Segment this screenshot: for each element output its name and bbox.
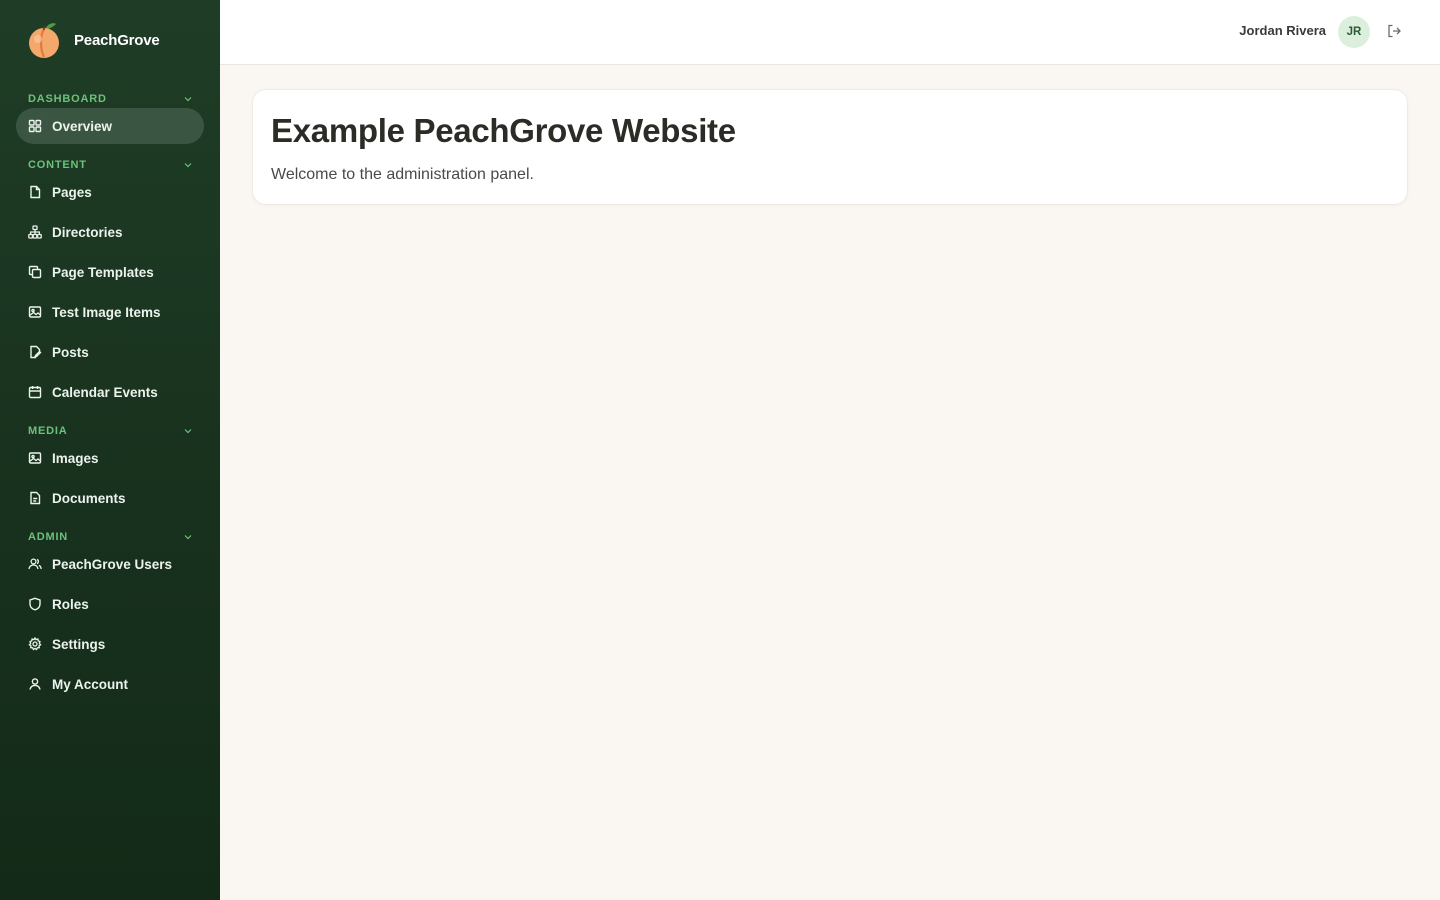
logout-icon[interactable] bbox=[1386, 23, 1402, 39]
calendar-icon bbox=[28, 386, 42, 399]
section-label: MEDIA bbox=[28, 425, 68, 437]
sidebar-item-pages[interactable]: Pages bbox=[16, 174, 204, 210]
user-name[interactable]: Jordan Rivera bbox=[1239, 23, 1326, 38]
sidebar-item-overview[interactable]: Overview bbox=[16, 108, 204, 144]
sidebar: PeachGrove DASHBOARD Overview CONTENT Pa… bbox=[0, 0, 220, 900]
image-icon bbox=[28, 306, 42, 318]
sidebar-item-roles[interactable]: Roles bbox=[16, 586, 204, 622]
page-title: Example PeachGrove Website bbox=[271, 112, 736, 149]
section-content[interactable]: CONTENT bbox=[28, 158, 192, 172]
sidebar-item-peachgrove-users[interactable]: PeachGrove Users bbox=[16, 546, 204, 582]
brand-name: PeachGrove bbox=[74, 31, 160, 49]
sidebar-item-label: Posts bbox=[52, 344, 89, 360]
sidebar-item-directories[interactable]: Directories bbox=[16, 214, 204, 250]
sidebar-item-settings[interactable]: Settings bbox=[16, 626, 204, 662]
sidebar-item-posts[interactable]: Posts bbox=[16, 334, 204, 370]
chevron-down-icon bbox=[184, 429, 192, 434]
file-icon bbox=[30, 185, 41, 199]
section-dashboard[interactable]: DASHBOARD bbox=[28, 92, 192, 106]
sidebar-item-images[interactable]: Images bbox=[16, 440, 204, 476]
section-admin[interactable]: ADMIN bbox=[28, 530, 192, 544]
sidebar-item-label: Page Templates bbox=[52, 264, 154, 280]
grid-icon bbox=[28, 119, 42, 133]
chevron-down-icon bbox=[184, 163, 192, 168]
sidebar-item-calendar-events[interactable]: Calendar Events bbox=[16, 374, 204, 410]
section-label: ADMIN bbox=[28, 531, 69, 543]
sidebar-item-label: Calendar Events bbox=[52, 384, 158, 400]
gear-icon bbox=[28, 637, 42, 651]
sidebar-item-my-account[interactable]: My Account bbox=[16, 666, 204, 702]
avatar[interactable]: JR bbox=[1338, 16, 1370, 48]
page-subtitle: Welcome to the administration panel. bbox=[271, 166, 534, 183]
copy-icon bbox=[28, 265, 42, 279]
chevron-down-icon bbox=[184, 97, 192, 102]
sitemap-icon bbox=[28, 225, 42, 239]
sidebar-item-label: My Account bbox=[52, 676, 129, 692]
shield-icon bbox=[29, 597, 41, 611]
peach-logo-icon bbox=[29, 23, 59, 58]
brand[interactable]: PeachGrove bbox=[26, 20, 160, 60]
top-bar: Jordan Rivera JR bbox=[220, 0, 1440, 65]
section-media[interactable]: MEDIA bbox=[28, 424, 192, 438]
sidebar-item-page-templates[interactable]: Page Templates bbox=[16, 254, 204, 290]
sidebar-item-label: Documents bbox=[52, 490, 126, 506]
sidebar-item-test-image-items[interactable]: Test Image Items bbox=[16, 294, 204, 330]
section-label: CONTENT bbox=[28, 159, 87, 171]
section-label: DASHBOARD bbox=[28, 93, 107, 105]
sidebar-item-label: Settings bbox=[52, 636, 106, 652]
user-icon bbox=[29, 678, 41, 690]
sidebar-item-label: PeachGrove Users bbox=[52, 556, 173, 572]
sidebar-item-label: Roles bbox=[52, 596, 89, 612]
file-edit-icon bbox=[30, 345, 42, 359]
sidebar-item-label: Pages bbox=[52, 184, 92, 200]
sidebar-item-label: Directories bbox=[52, 224, 123, 240]
sidebar-item-documents[interactable]: Documents bbox=[16, 480, 204, 516]
users-icon bbox=[28, 558, 42, 570]
chevron-down-icon bbox=[184, 535, 192, 540]
sidebar-item-label: Test Image Items bbox=[52, 304, 161, 320]
sidebar-item-label: Images bbox=[52, 450, 99, 466]
file-text-icon bbox=[30, 491, 41, 505]
sidebar-item-label: Overview bbox=[52, 118, 113, 134]
welcome-card: Example PeachGrove Website Welcome to th… bbox=[252, 89, 1408, 205]
image-icon bbox=[28, 452, 42, 464]
